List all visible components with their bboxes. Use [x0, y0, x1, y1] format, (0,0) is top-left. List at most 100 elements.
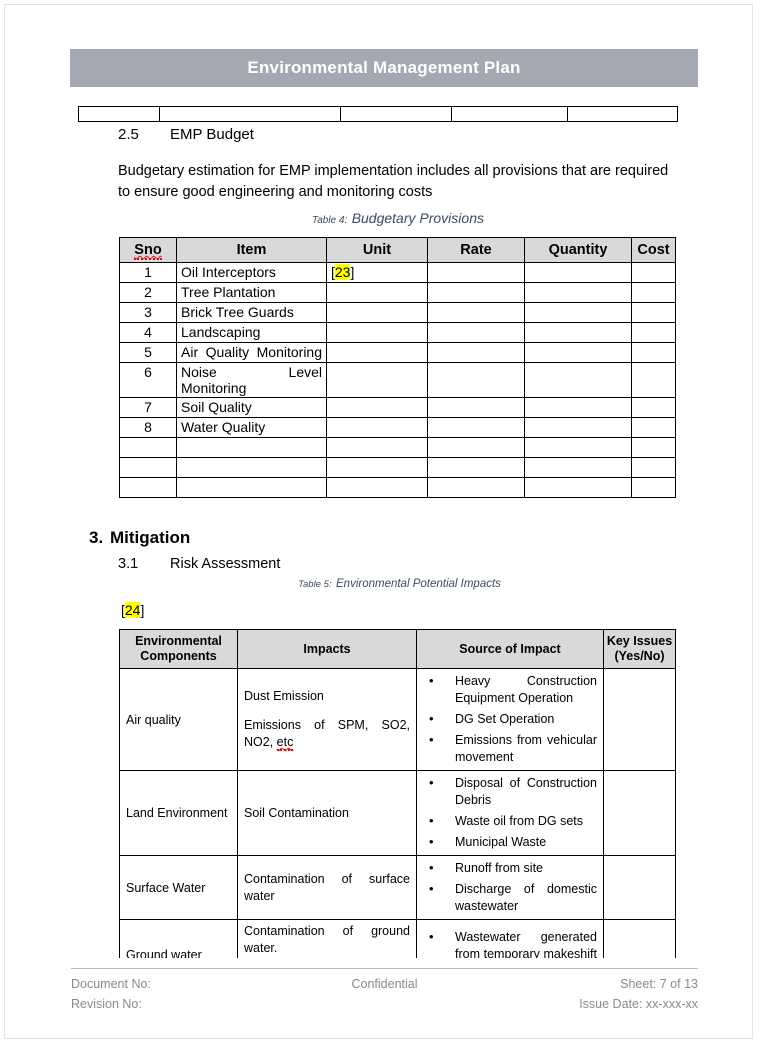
- reference-24: [24]: [121, 602, 145, 618]
- heading-2-5-title: EMP Budget: [170, 126, 254, 143]
- list-item: Discharge of domestic wastewater: [421, 880, 597, 915]
- environmental-impacts-table: Environmental Components Impacts Source o…: [119, 629, 676, 958]
- heading-2-5-number: 2.5: [118, 126, 139, 143]
- footer-divider: [71, 968, 698, 969]
- table-row: 5 Air Quality Monitoring: [119, 342, 676, 363]
- impact-text: Contamination of surface water: [244, 871, 410, 903]
- source-list: Runoff from site Discharge of domestic w…: [421, 859, 597, 915]
- cell-quantity: [524, 322, 632, 343]
- cell-key-issues: [603, 668, 676, 771]
- list-item: Heavy Construction Equipment Operation: [421, 672, 597, 707]
- cell-cost: [631, 282, 676, 303]
- cell-sources: Heavy Construction Equipment Operation D…: [416, 668, 604, 771]
- cell-cost: [631, 322, 676, 343]
- list-item: Emissions from vehicular movement: [421, 731, 597, 766]
- cell-item: Oil Interceptors: [176, 262, 327, 283]
- list-item: Waste oil from DG sets: [421, 812, 597, 830]
- cell-unit: [326, 417, 428, 438]
- cell-cost: [631, 362, 676, 398]
- cell-sno: 6: [119, 362, 177, 398]
- col-header-key-issues: Key Issues (Yes/No): [603, 629, 676, 669]
- caption-table-5-text: Environmental Potential Impacts: [336, 578, 501, 590]
- spellcheck-word: etc: [276, 735, 294, 751]
- document-header-banner: Environmental Management Plan: [70, 49, 698, 87]
- cell-quantity: [524, 342, 632, 363]
- cell-item: Landscaping: [176, 322, 327, 343]
- cell-item: Noise Level Monitoring: [176, 362, 327, 398]
- cell-unit: [326, 302, 428, 323]
- environmental-impacts-table-clip: Environmental Components Impacts Source o…: [119, 629, 678, 958]
- list-item: Wastewater generated from temporary make…: [421, 928, 597, 958]
- heading-3-1-number: 3.1: [118, 556, 139, 572]
- cell-empty: [631, 437, 676, 458]
- heading-3-1: 3.1 Risk Assessment: [118, 556, 280, 572]
- heading-3-1-title: Risk Assessment: [170, 556, 281, 572]
- cell-sno: 3: [119, 302, 177, 323]
- footer-issue-date: Issue Date: xx-xxx-xx: [579, 997, 698, 1011]
- table-row: Ground water Contamination of ground wat…: [119, 919, 676, 958]
- cell-sources: Wastewater generated from temporary make…: [416, 919, 604, 958]
- cell-impacts: Dust Emission Emissions of SPM, SO2, NO2…: [237, 668, 417, 771]
- col-header-rate: Rate: [427, 237, 525, 263]
- list-item: DG Set Operation: [421, 710, 597, 728]
- table-row: 2 Tree Plantation: [119, 282, 676, 303]
- table-header-row: Sno Item Unit Rate Quantity Cost: [119, 237, 676, 263]
- cell-quantity: [524, 417, 632, 438]
- cell-unit: [326, 362, 428, 398]
- table-row: 1 Oil Interceptors [23]: [119, 262, 676, 283]
- cell-rate: [427, 302, 525, 323]
- caption-table-4: Table 4: Budgetary Provisions: [118, 210, 678, 228]
- caption-table-5-label: Table 5:: [298, 579, 332, 590]
- cell-component: Air quality: [119, 668, 238, 771]
- impact-text: Contamination of ground water.: [244, 924, 410, 955]
- cell-unit: [23]: [326, 262, 428, 283]
- emp-budget-paragraph: Budgetary estimation for EMP implementat…: [118, 163, 669, 200]
- cell-sno: 4: [119, 322, 177, 343]
- table-row: 3 Brick Tree Guards: [119, 302, 676, 323]
- col-header-impacts: Impacts: [237, 629, 417, 669]
- cell-impacts: Soil Contamination: [237, 770, 417, 856]
- cell-empty: [326, 437, 428, 458]
- cell-rate: [427, 282, 525, 303]
- table-row-empty: [119, 437, 676, 458]
- strip-cell: [159, 106, 341, 122]
- cell-key-issues: [603, 919, 676, 958]
- heading-3-number: 3.: [89, 528, 104, 547]
- table-row: [78, 106, 678, 122]
- footer-confidential: Confidential: [351, 977, 418, 991]
- cell-quantity: [524, 397, 632, 418]
- table-row: 6 Noise Level Monitoring: [119, 362, 676, 398]
- cell-cost: [631, 342, 676, 363]
- impact-text: Dust Emission: [244, 689, 324, 703]
- col-header-quantity: Quantity: [524, 237, 632, 263]
- cell-quantity: [524, 362, 632, 398]
- table-row: 4 Landscaping: [119, 322, 676, 343]
- cell-sources: Disposal of Construction Debris Waste oi…: [416, 770, 604, 856]
- cell-component: Surface Water: [119, 855, 238, 920]
- cell-sources: Runoff from site Discharge of domestic w…: [416, 855, 604, 920]
- col-header-environmental-components: Environmental Components: [119, 629, 238, 669]
- cell-empty: [119, 437, 177, 458]
- cell-component: Land Environment: [119, 770, 238, 856]
- cell-sno: 8: [119, 417, 177, 438]
- reference-highlight: 24: [124, 602, 141, 618]
- source-list: Wastewater generated from temporary make…: [421, 928, 597, 958]
- cell-empty: [176, 457, 327, 478]
- cell-rate: [427, 362, 525, 398]
- col-header-unit: Unit: [326, 237, 428, 263]
- footer-row-top: Document No: Confidential Sheet: 7 of 13: [71, 974, 698, 994]
- list-item: Municipal Waste: [421, 833, 597, 851]
- cell-empty: [326, 457, 428, 478]
- cell-empty: [524, 477, 632, 498]
- cell-unit: [326, 282, 428, 303]
- cell-item: Water Quality: [176, 417, 327, 438]
- heading-3-title: Mitigation: [110, 528, 191, 547]
- table-row-empty: [119, 457, 676, 478]
- list-item: Runoff from site: [421, 859, 597, 877]
- document-title: Environmental Management Plan: [247, 58, 521, 77]
- cell-empty: [631, 477, 676, 498]
- cell-sno: 1: [119, 262, 177, 283]
- cell-empty: [176, 437, 327, 458]
- strip-cell: [567, 106, 678, 122]
- table-row: 7 Soil Quality: [119, 397, 676, 418]
